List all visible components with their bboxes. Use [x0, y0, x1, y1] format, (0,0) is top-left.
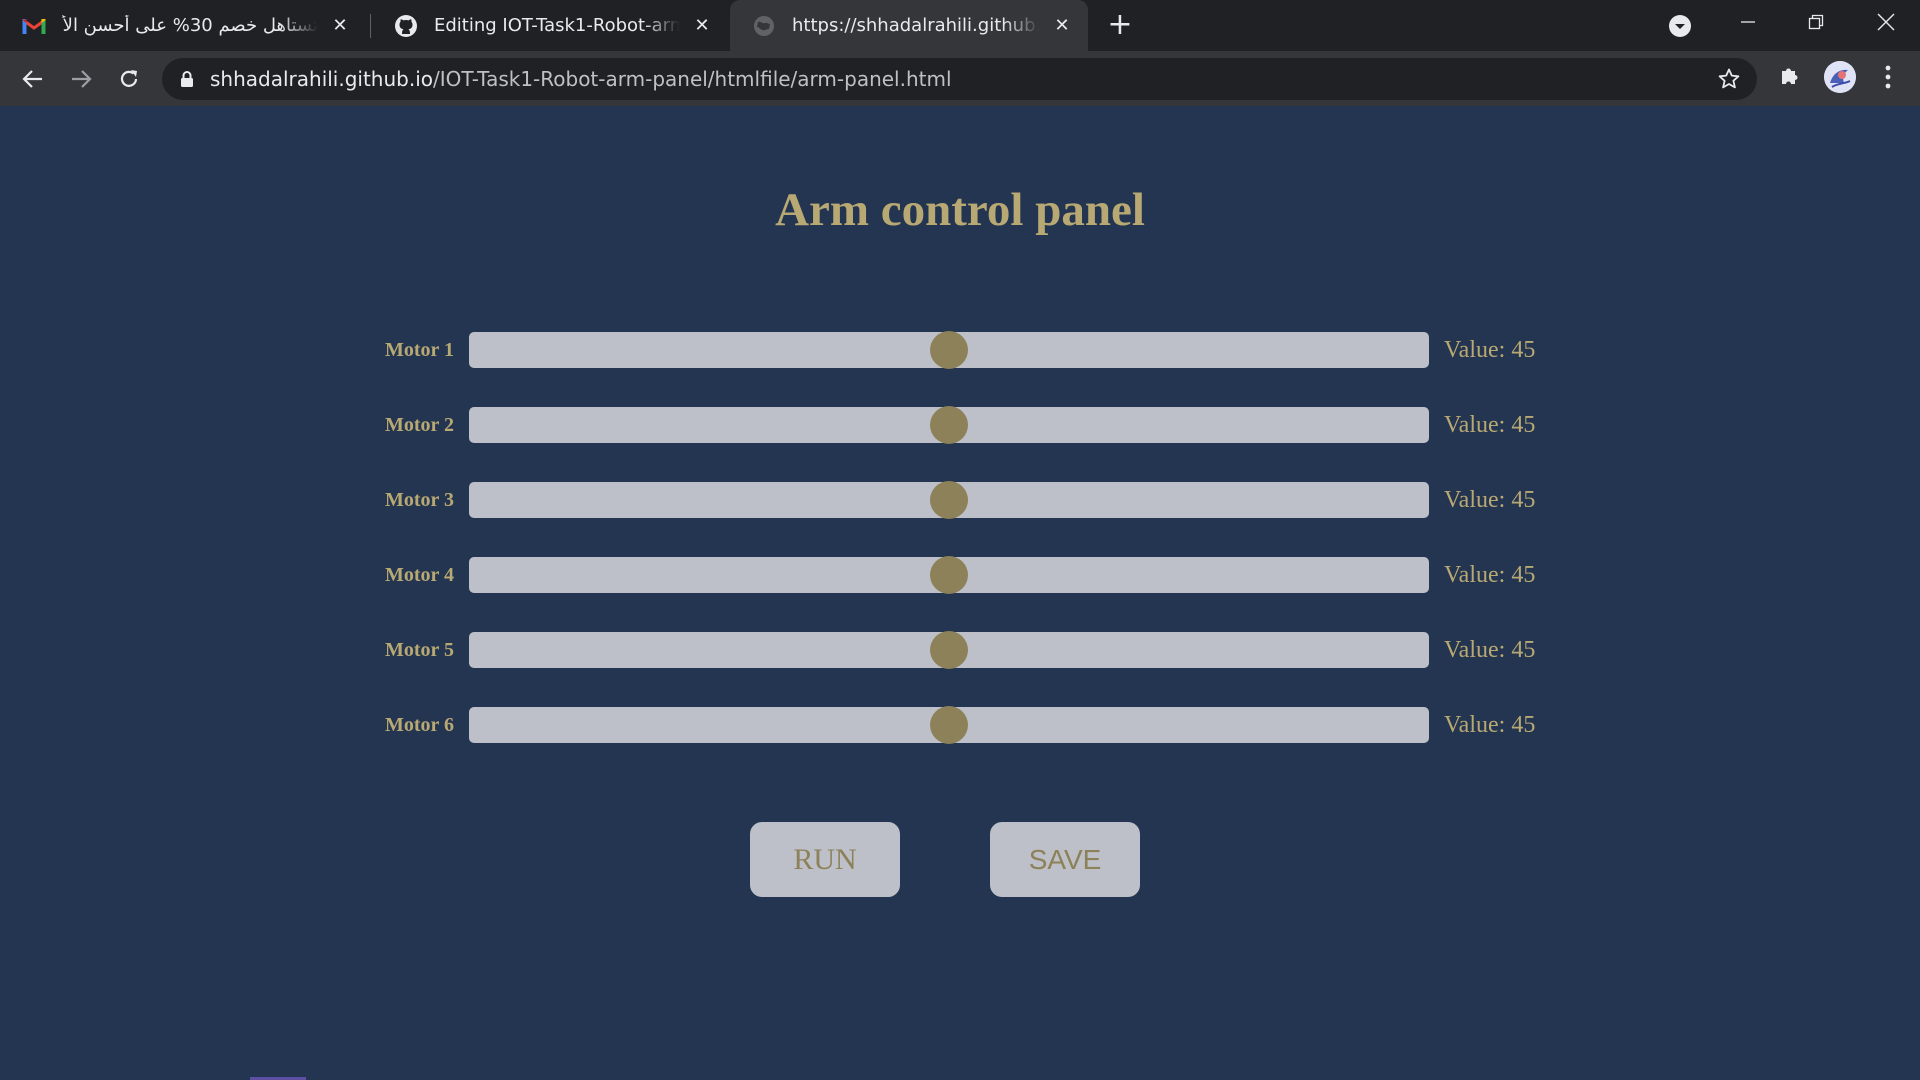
motor-value: Value: 45: [1444, 337, 1536, 363]
tab-title: https://shhadalrahili.github.io/IOT-Task…: [792, 15, 1040, 36]
gmail-icon: [22, 14, 46, 38]
tab-search-icon[interactable]: [1668, 14, 1692, 38]
motor-row-6: Motor 6 Value: 45: [370, 705, 1570, 745]
motor-label: Motor 2: [384, 414, 454, 436]
motor-label: Motor 6: [384, 714, 454, 736]
motor-slider[interactable]: [469, 481, 1429, 519]
motor-label: Motor 5: [384, 639, 454, 661]
motor-value: Value: 45: [1444, 562, 1536, 588]
motor-row-3: Motor 3 Value: 45: [370, 480, 1570, 520]
url-path: /IOT-Task1-Robot-arm-panel/htmlfile/arm-…: [433, 67, 952, 91]
slider-thumb[interactable]: [930, 406, 968, 444]
motor-slider[interactable]: [469, 331, 1429, 369]
slider-thumb[interactable]: [930, 706, 968, 744]
motor-value: Value: 45: [1444, 412, 1536, 438]
github-icon: [394, 14, 418, 38]
browser-toolbar: shhadalrahili.github.io/IOT-Task1-Robot-…: [0, 51, 1920, 106]
minimize-button[interactable]: [1714, 0, 1782, 44]
window-close-button[interactable]: [1852, 0, 1920, 44]
motor-row-2: Motor 2 Value: 45: [370, 405, 1570, 445]
restore-button[interactable]: [1782, 0, 1850, 44]
tab-strip: تستاهل خصم 30% على أحسن الأزياء ✕ Editin…: [0, 0, 1920, 51]
motor-slider[interactable]: [469, 706, 1429, 744]
motor-label: Motor 1: [384, 339, 454, 361]
bookmark-star-icon[interactable]: [1717, 67, 1741, 91]
motor-slider[interactable]: [469, 631, 1429, 669]
motor-value: Value: 45: [1444, 712, 1536, 738]
motor-label: Motor 4: [384, 564, 454, 586]
tab-arm-panel[interactable]: https://shhadalrahili.github.io/IOT-Task…: [730, 0, 1088, 51]
page-content: Arm control panel Motor 1 Value: 45 Moto…: [0, 106, 1920, 1080]
more-options-icon[interactable]: [1876, 63, 1900, 91]
motor-slider[interactable]: [469, 406, 1429, 444]
address-bar[interactable]: shhadalrahili.github.io/IOT-Task1-Robot-…: [162, 58, 1757, 100]
extensions-puzzle-icon[interactable]: [1778, 64, 1802, 88]
run-button[interactable]: RUN: [750, 822, 900, 897]
tab-divider: [370, 14, 371, 38]
tab-title: تستاهل خصم 30% على أحسن الأزياء: [62, 15, 318, 36]
close-icon[interactable]: ✕: [1050, 14, 1074, 38]
lock-icon[interactable]: [180, 70, 194, 88]
globe-icon: [752, 14, 776, 38]
motor-row-5: Motor 5 Value: 45: [370, 630, 1570, 670]
profile-avatar[interactable]: [1824, 61, 1856, 93]
new-tab-button[interactable]: +: [1104, 10, 1136, 42]
slider-thumb[interactable]: [930, 631, 968, 669]
motor-row-4: Motor 4 Value: 45: [370, 555, 1570, 595]
url-host: shhadalrahili.github.io: [210, 67, 434, 91]
back-button[interactable]: [18, 64, 48, 94]
tab-gmail[interactable]: تستاهل خصم 30% على أحسن الأزياء ✕: [0, 0, 366, 51]
close-icon[interactable]: ✕: [328, 14, 352, 38]
slider-thumb[interactable]: [930, 331, 968, 369]
reload-button[interactable]: [114, 64, 144, 94]
close-icon[interactable]: ✕: [690, 14, 714, 38]
tab-github[interactable]: Editing IOT-Task1-Robot-arm-panel ✕: [372, 0, 728, 51]
tab-title: Editing IOT-Task1-Robot-arm-panel: [434, 15, 680, 36]
motor-value: Value: 45: [1444, 637, 1536, 663]
url-text: shhadalrahili.github.io/IOT-Task1-Robot-…: [210, 67, 952, 91]
motor-row-1: Motor 1 Value: 45: [370, 330, 1570, 370]
slider-thumb[interactable]: [930, 481, 968, 519]
forward-button[interactable]: [66, 64, 96, 94]
motor-value: Value: 45: [1444, 487, 1536, 513]
motor-slider[interactable]: [469, 556, 1429, 594]
save-button[interactable]: SAVE: [990, 822, 1140, 897]
page-title: Arm control panel: [775, 184, 1145, 236]
motor-label: Motor 3: [384, 489, 454, 511]
slider-thumb[interactable]: [930, 556, 968, 594]
